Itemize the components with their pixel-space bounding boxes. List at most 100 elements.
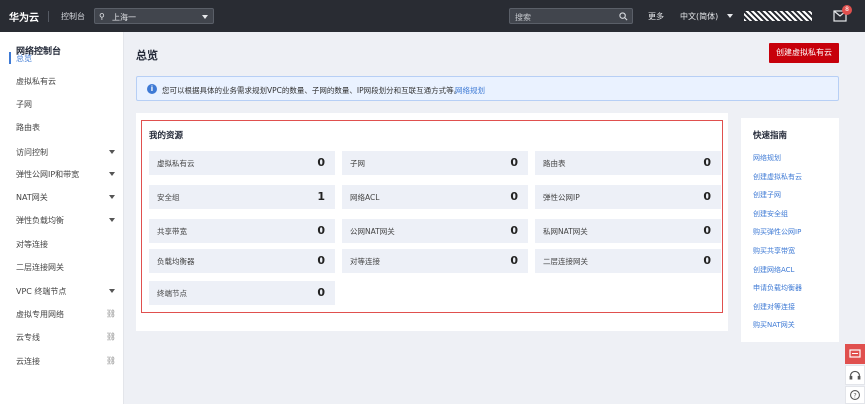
sidebar-item[interactable]: 子网: [0, 93, 124, 115]
resource-tile[interactable]: 安全组 1: [149, 185, 335, 209]
quick-guide-panel: 快速指南 网络规划创建虚拟私有云 创建子网创建安全组购买弹性公网IP 购买共享带宽创…: [741, 118, 839, 342]
floating-toolbar: ?: [845, 344, 865, 404]
region-selector[interactable]: ⚲ 上海一: [94, 8, 214, 24]
resource-tile[interactable]: 虚拟私有云 0: [149, 151, 335, 175]
search-input[interactable]: 搜索: [509, 8, 633, 24]
resource-name: 私网NAT网关: [543, 227, 588, 236]
quick-guide-link[interactable]: 创建安全组: [753, 209, 788, 219]
chevron-down-icon: [109, 172, 115, 176]
resource-count: 0: [510, 224, 518, 237]
resource-tile[interactable]: 公网NAT网关 0: [342, 219, 528, 243]
sidebar-item[interactable]: 虚拟专用网络 ⛓: [0, 303, 124, 325]
resource-count: 0: [703, 190, 711, 203]
language-selector[interactable]: 中文(简体): [680, 11, 718, 22]
resource-tile[interactable]: 私网NAT网关 0: [535, 219, 721, 243]
sidebar-item[interactable]: 路由表: [0, 116, 124, 138]
quick-guide-link[interactable]: 创建对等连接: [753, 302, 795, 312]
sidebar-item[interactable]: 云专线 ⛓: [0, 326, 124, 348]
chevron-down-icon: [109, 150, 115, 154]
quick-guide-link[interactable]: 申请负载均衡器: [753, 283, 802, 293]
info-message: 您可以根据具体的业务需求规划VPC的数量、子网的数量、IP网段划分和互联互通方式…: [162, 86, 462, 95]
info-icon: i: [147, 84, 157, 94]
sidebar-item[interactable]: 弹性公网IP和带宽: [0, 163, 124, 185]
sidebar-item-label: 访问控制: [16, 148, 48, 157]
resource-count: 0: [510, 190, 518, 203]
sidebar-item-label: 弹性负载均衡: [16, 216, 64, 225]
quick-guide-link[interactable]: 创建网络ACL: [753, 265, 794, 275]
quick-guide-link[interactable]: 购买共享带宽: [753, 246, 795, 256]
search-placeholder: 搜索: [515, 13, 531, 22]
resource-name: 二层连接网关: [543, 257, 588, 266]
sidebar-item-label: NAT网关: [16, 193, 48, 202]
sidebar-item-label: 路由表: [16, 123, 40, 132]
resource-count: 0: [317, 254, 325, 267]
resource-tile[interactable]: 对等连接 0: [342, 249, 528, 273]
sidebar-item[interactable]: 弹性负载均衡: [0, 209, 124, 231]
resource-count: 0: [510, 254, 518, 267]
resource-name: 网络ACL: [350, 193, 380, 202]
service-button[interactable]: [845, 365, 865, 385]
external-link-icon: ⛓: [105, 356, 116, 365]
svg-text:?: ?: [853, 393, 856, 400]
resource-count: 0: [510, 156, 518, 169]
resource-tile[interactable]: 二层连接网关 0: [535, 249, 721, 273]
resource-name: 公网NAT网关: [350, 227, 395, 236]
sidebar-item-label: 弹性公网IP和带宽: [16, 170, 80, 179]
sidebar-item[interactable]: NAT网关: [0, 186, 124, 208]
feedback-button[interactable]: [845, 344, 865, 364]
more-menu[interactable]: 更多: [648, 11, 664, 22]
quick-guide-link[interactable]: 购买NAT网关: [753, 320, 795, 330]
sidebar-item[interactable]: VPC 终端节点: [0, 280, 124, 302]
sidebar-item-label: 虚拟私有云: [16, 77, 56, 86]
quick-guide-link[interactable]: 创建虚拟私有云: [753, 172, 802, 182]
user-account-masked[interactable]: [744, 11, 812, 21]
resource-name: 共享带宽: [157, 227, 187, 236]
resource-tile[interactable]: 共享带宽 0: [149, 219, 335, 243]
resource-tile[interactable]: 子网 0: [342, 151, 528, 175]
brand-logo[interactable]: 华为云: [9, 9, 39, 24]
help-button[interactable]: ?: [845, 386, 865, 404]
location-pin-icon: ⚲: [99, 12, 105, 21]
sidebar-item-label: 云专线: [16, 333, 40, 342]
chevron-down-icon: [109, 218, 115, 222]
resource-name: 子网: [350, 159, 365, 168]
resource-name: 负载均衡器: [157, 257, 195, 266]
sidebar: 网络控制台 总览 虚拟私有云 子网 路由表 访问控制 弹性公网IP和带宽 NAT网关 弹性负载…: [0, 32, 124, 404]
resource-count: 0: [703, 254, 711, 267]
resource-name: 虚拟私有云: [157, 159, 195, 168]
sidebar-item[interactable]: 访问控制: [0, 141, 124, 163]
sidebar-item-label: 总览: [16, 54, 32, 63]
quick-guide-title: 快速指南: [753, 131, 788, 141]
chat-icon: [849, 349, 861, 358]
page-title: 总览: [136, 49, 158, 62]
resource-tile[interactable]: 弹性公网IP 0: [535, 185, 721, 209]
sidebar-item[interactable]: 对等连接: [0, 233, 124, 255]
sidebar-item[interactable]: 虚拟私有云: [0, 70, 124, 92]
sidebar-item-label: 对等连接: [16, 240, 48, 249]
sidebar-item[interactable]: 二层连接网关: [0, 256, 124, 278]
resource-tile[interactable]: 网络ACL 0: [342, 185, 528, 209]
external-link-icon: ⛓: [105, 309, 116, 318]
create-vpc-button[interactable]: 创建虚拟私有云: [769, 43, 839, 63]
sidebar-item-label: 子网: [16, 100, 32, 109]
sidebar-item[interactable]: 总览: [0, 47, 124, 69]
chevron-down-icon: [727, 14, 733, 18]
search-icon[interactable]: [619, 12, 628, 21]
sidebar-item-label: 二层连接网关: [16, 263, 64, 272]
sidebar-item-label: 云连接: [16, 357, 40, 366]
network-planning-link[interactable]: 网络规划: [455, 85, 485, 96]
notification-badge: 8: [842, 5, 852, 15]
resource-count: 0: [703, 156, 711, 169]
resource-tile[interactable]: 负载均衡器 0: [149, 249, 335, 273]
resource-tile[interactable]: 路由表 0: [535, 151, 721, 175]
sidebar-item[interactable]: 云连接 ⛓: [0, 350, 124, 372]
console-link[interactable]: 控制台: [61, 11, 85, 22]
quick-guide-link[interactable]: 购买弹性公网IP: [753, 227, 801, 237]
quick-guide-link[interactable]: 创建子网: [753, 190, 781, 200]
resource-name: 弹性公网IP: [543, 193, 580, 202]
chevron-down-icon: [109, 289, 115, 293]
quick-guide-link[interactable]: 网络规划: [753, 153, 781, 163]
resource-tile[interactable]: 终端节点 0: [149, 281, 335, 305]
headset-icon: [849, 370, 861, 380]
resource-name: 安全组: [157, 193, 180, 202]
